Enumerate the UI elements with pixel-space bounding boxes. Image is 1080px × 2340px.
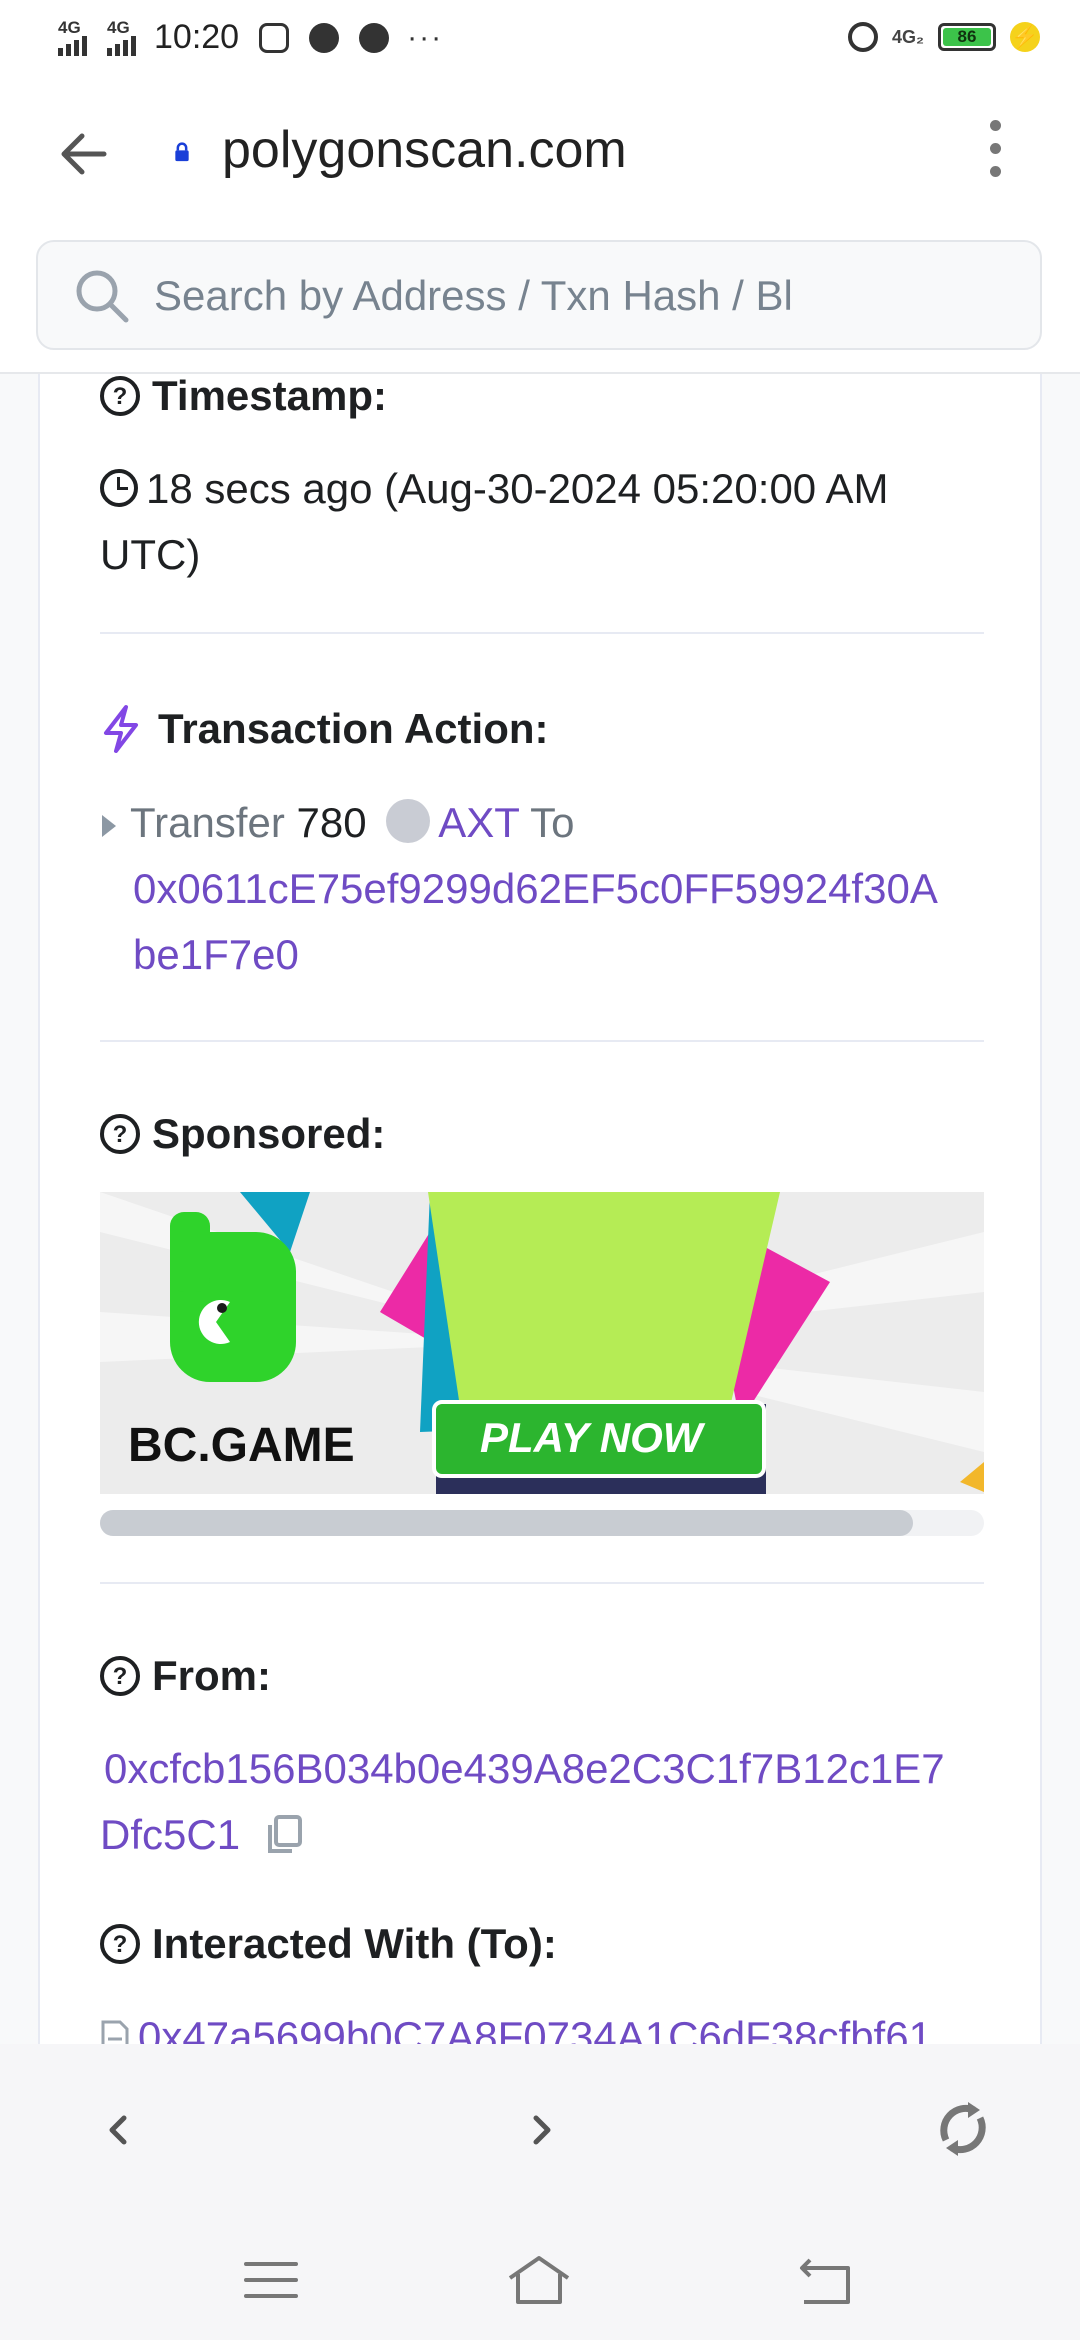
interacted-with-address[interactable]: 0x47a5699b0C7A8F0734A1C6dF38cfbf61 [100, 2004, 1000, 2044]
network-type-2: 4G [107, 17, 130, 37]
battery-icon: 86 [938, 23, 996, 51]
more-notifications-icon: ··· [407, 20, 444, 54]
telegram-icon [309, 22, 340, 53]
search-bar[interactable]: Search by Address / Txn Hash / Block / T… [36, 240, 1042, 350]
help-icon[interactable]: ? [100, 1114, 140, 1154]
menu-dot [989, 143, 1001, 154]
sponsored-ad-banner[interactable]: BC.GAME PLAY NOW [100, 1192, 984, 1494]
transaction-action-label: Transaction Action: [100, 704, 549, 754]
browser-menu-button[interactable] [980, 120, 1010, 190]
page-forward-button[interactable] [506, 2094, 576, 2164]
contract-file-icon [101, 2020, 129, 2044]
page-back-button[interactable] [84, 2094, 154, 2164]
alarm-icon [847, 22, 878, 52]
search-icon [76, 270, 129, 323]
help-icon[interactable]: ? [100, 1924, 140, 1964]
transfer-to-address[interactable]: 0x0611cE75ef9299d62EF5c0FF59924f30A be1F… [133, 856, 993, 988]
battery-level: 86 [943, 27, 991, 46]
back-chevron-icon [109, 2115, 127, 2145]
search-input[interactable]: Search by Address / Txn Hash / Block / T… [154, 272, 794, 320]
sponsored-label: ? Sponsored: [100, 1110, 386, 1157]
menu-dot [989, 166, 1001, 177]
charging-icon: ⚡ [1010, 22, 1040, 52]
system-back-button[interactable] [790, 2250, 860, 2310]
timestamp-line2: UTC) [100, 531, 201, 578]
network-type-right: 4G₂ [891, 26, 924, 47]
timestamp-label: ? Timestamp: [100, 374, 387, 419]
from-label: ? From: [100, 1652, 271, 1699]
interacted-with-label: ? Interacted With (To): [100, 1920, 557, 1967]
from-address-line1[interactable]: 0xcfcb156B034b0e439A8e2C3C1f7B12c1E7 [100, 1745, 945, 1792]
section-divider [100, 632, 984, 634]
from-address[interactable]: 0xcfcb156B034b0e439A8e2C3C1f7B12c1E7 Dfc… [100, 1736, 1000, 1868]
transaction-details-card: ? Timestamp: 18 secs ago (Aug-30-2024 05… [38, 374, 1042, 2044]
ad-cta-text[interactable]: PLAY NOW [480, 1414, 702, 1462]
copy-icon[interactable] [264, 1813, 304, 1857]
status-bar: 4G 4G 10:20 ··· 4G₂ 86 ⚡ [0, 0, 1080, 84]
signal-icon-2: 4G [107, 17, 136, 56]
status-right: 4G₂ 86 ⚡ [847, 22, 1040, 52]
timestamp-line1: 18 secs ago (Aug-30-2024 05:20:00 AM [146, 465, 889, 512]
ad-scrollbar-thumb[interactable] [100, 1510, 914, 1536]
transfer-word: Transfer [130, 799, 285, 846]
sponsored-label-text: Sponsored: [152, 1110, 386, 1157]
section-divider [100, 1582, 984, 1584]
home-button[interactable] [504, 2250, 574, 2310]
back-arrow-icon [61, 133, 107, 175]
from-address-line2[interactable]: Dfc5C1 [100, 1811, 240, 1858]
instagram-icon [259, 22, 290, 53]
clock-icon [100, 469, 138, 507]
messenger-icon [359, 22, 390, 53]
browser-toolbar: polygonscan.com [0, 84, 1080, 224]
timestamp-value: 18 secs ago (Aug-30-2024 05:20:00 AM UTC… [100, 456, 984, 588]
transaction-action-label-text: Transaction Action: [158, 705, 549, 752]
back-arrow-button[interactable] [52, 122, 116, 186]
to-address-line1[interactable]: 0x0611cE75ef9299d62EF5c0FF59924f30A [133, 865, 938, 912]
from-label-text: From: [152, 1652, 271, 1699]
status-left: 4G 4G 10:20 ··· [58, 18, 443, 57]
section-divider [100, 1040, 984, 1042]
refresh-button[interactable] [928, 2094, 998, 2164]
help-icon[interactable]: ? [100, 376, 140, 416]
lightning-icon [104, 705, 138, 753]
transaction-action-value: Transfer 780 AXT To [100, 790, 984, 856]
refresh-icon [940, 2102, 986, 2156]
recent-apps-icon [244, 2262, 298, 2298]
expand-caret-icon[interactable] [100, 813, 118, 839]
recent-apps-button[interactable] [236, 2250, 306, 2310]
system-navigation-bar [0, 2214, 1080, 2340]
menu-dot [989, 120, 1001, 131]
home-icon [508, 2256, 570, 2304]
ad-scrollbar[interactable] [100, 1510, 984, 1536]
help-icon[interactable]: ? [100, 1656, 140, 1696]
back-icon [800, 2258, 850, 2304]
clock-time: 10:20 [154, 18, 240, 56]
interacted-with-address-text[interactable]: 0x47a5699b0C7A8F0734A1C6dF38cfbf61 [138, 2013, 932, 2044]
interacted-with-label-text: Interacted With (To): [152, 1920, 557, 1967]
forward-chevron-icon [533, 2115, 551, 2145]
timestamp-label-text: Timestamp: [152, 374, 387, 419]
signal-icon-1: 4G [58, 17, 87, 56]
to-word: To [530, 799, 575, 846]
browser-bottom-nav [0, 2044, 1080, 2214]
ad-brand-text: BC.GAME [128, 1419, 355, 1472]
token-logo-icon [386, 799, 431, 843]
lock-icon [175, 142, 189, 162]
to-address-line2[interactable]: be1F7e0 [133, 931, 299, 978]
token-link[interactable]: AXT [438, 799, 519, 846]
url-bar[interactable]: polygonscan.com [222, 120, 627, 180]
network-type-1: 4G [58, 17, 81, 37]
transfer-amount: 780 [296, 799, 367, 846]
